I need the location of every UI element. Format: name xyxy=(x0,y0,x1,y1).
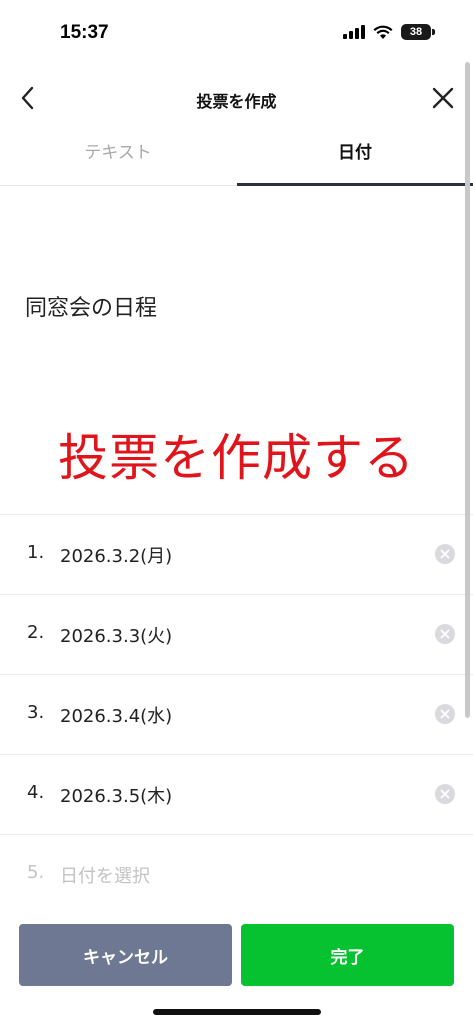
overlay-caption: 投票を作成する xyxy=(58,429,415,487)
option-row-new[interactable]: 5. 日付を選択 xyxy=(0,835,473,914)
option-list: 1. 2026.3.2(月) 2. 2026.3.3(火) 3. 2026.3.… xyxy=(0,514,473,914)
status-time: 15:37 xyxy=(60,22,109,43)
option-row-4[interactable]: 4. 2026.3.5(木) xyxy=(0,755,473,835)
scrollbar[interactable] xyxy=(465,62,470,718)
battery-level: 38 xyxy=(409,26,423,38)
option-row-1[interactable]: 1. 2026.3.2(月) xyxy=(0,515,473,595)
tab-selected-indicator xyxy=(237,183,473,186)
tab-date[interactable]: 日付 xyxy=(237,128,473,184)
remove-option-icon[interactable] xyxy=(435,784,455,804)
option-date[interactable]: 2026.3.3(火) xyxy=(60,622,172,648)
page-title: 投票を作成 xyxy=(196,92,277,111)
remove-option-icon[interactable] xyxy=(435,624,455,644)
status-bar: 15:37 38 xyxy=(0,0,473,64)
select-date-placeholder[interactable]: 日付を選択 xyxy=(60,862,150,888)
option-date[interactable]: 2026.3.2(月) xyxy=(60,542,172,568)
wifi-icon xyxy=(373,25,393,39)
cellular-signal-icon xyxy=(343,25,365,39)
option-number: 2. xyxy=(27,622,45,643)
remove-option-icon[interactable] xyxy=(435,704,455,724)
option-date[interactable]: 2026.3.4(水) xyxy=(60,702,172,728)
option-number: 5. xyxy=(27,862,45,883)
option-row-2[interactable]: 2. 2026.3.3(火) xyxy=(0,595,473,675)
tab-bar: テキスト 日付 xyxy=(0,128,473,186)
battery-tip xyxy=(432,29,435,35)
option-number: 1. xyxy=(27,542,45,563)
nav-bar: 投票を作成 xyxy=(0,70,473,126)
close-icon[interactable] xyxy=(429,84,457,112)
option-number: 4. xyxy=(27,782,45,803)
battery-icon: 38 xyxy=(401,24,431,40)
option-row-3[interactable]: 3. 2026.3.4(水) xyxy=(0,675,473,755)
status-icons: 38 xyxy=(343,24,435,40)
option-number: 3. xyxy=(27,702,45,723)
option-date[interactable]: 2026.3.5(木) xyxy=(60,782,172,808)
home-indicator xyxy=(153,1009,321,1015)
poll-question[interactable]: 同窓会の日程 xyxy=(25,290,157,322)
done-button[interactable]: 完了 xyxy=(241,924,454,986)
cancel-button[interactable]: キャンセル xyxy=(19,924,232,986)
tab-text[interactable]: テキスト xyxy=(0,128,236,184)
remove-option-icon[interactable] xyxy=(435,544,455,564)
